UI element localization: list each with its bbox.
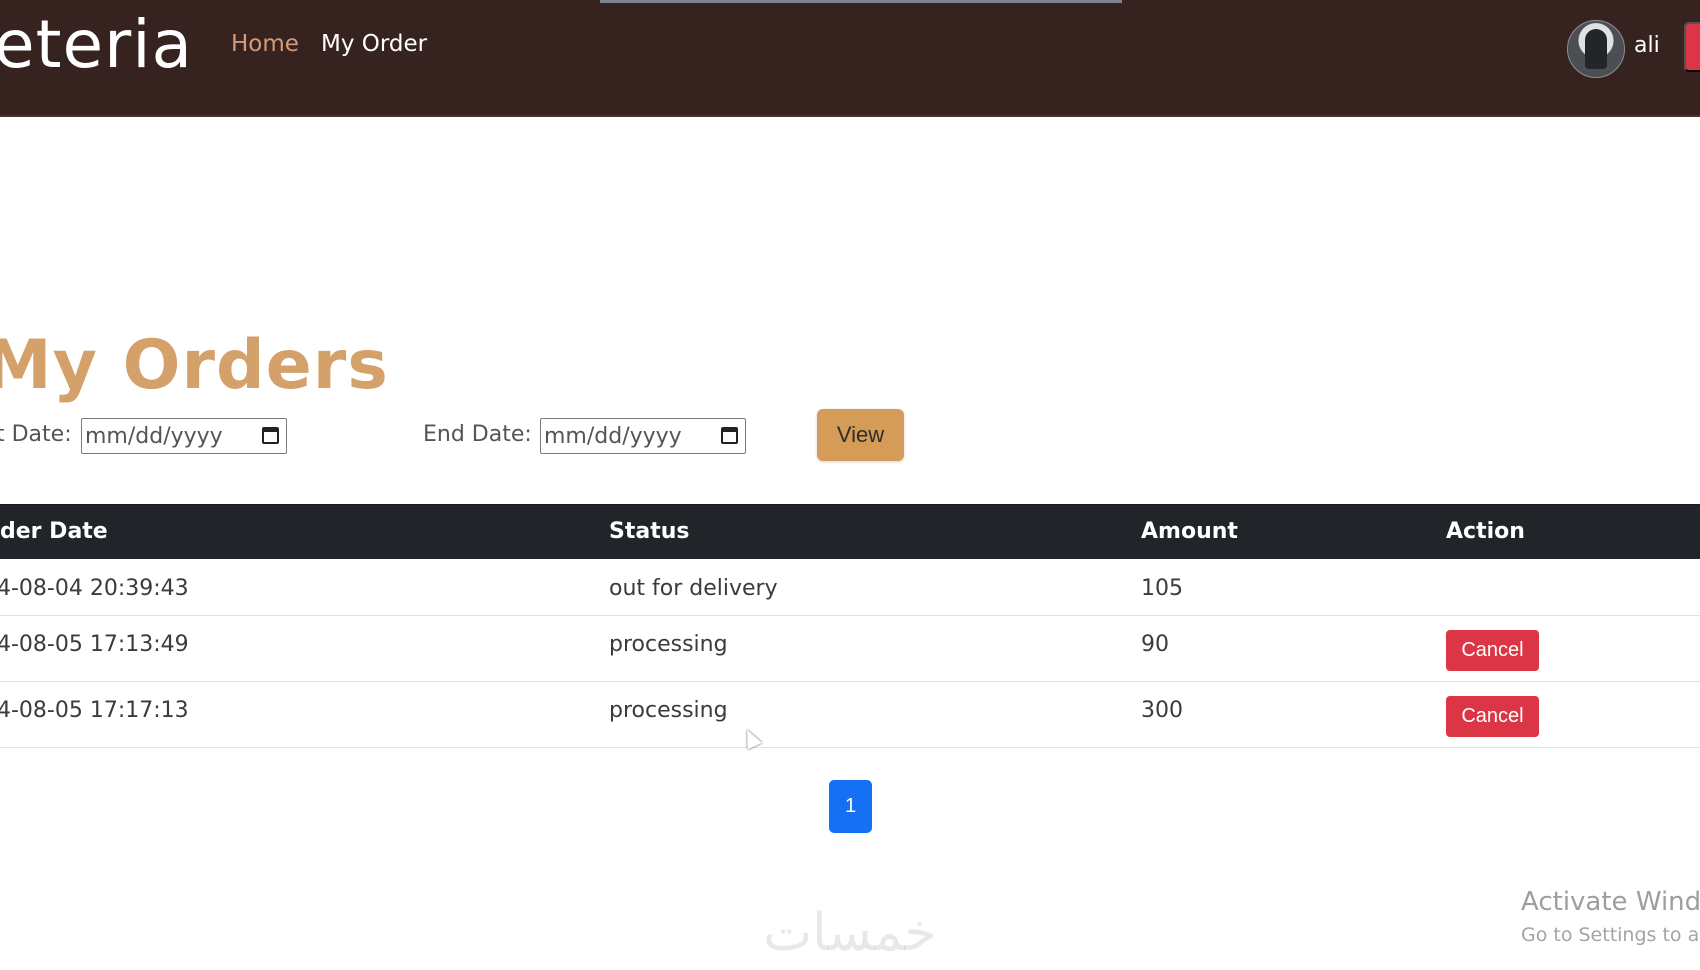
end-date-input[interactable]: mm/dd/yyyy (540, 418, 746, 454)
header-amount: Amount (1141, 519, 1238, 544)
logout-button[interactable] (1684, 22, 1700, 72)
calendar-icon[interactable] (721, 427, 738, 444)
nav-home-link[interactable]: Home (231, 31, 299, 57)
header-status: Status (609, 519, 690, 544)
order-amount-cell: 105 (1141, 576, 1183, 601)
watermark-logo: خمسات (763, 903, 937, 963)
brand-logo[interactable]: eteria (0, 6, 193, 83)
order-date-cell: 4-08-04 20:39:43 (0, 576, 189, 601)
order-amount-cell: 300 (1141, 698, 1183, 723)
table-row: 4-08-04 20:39:43 out for delivery 105 (0, 559, 1700, 616)
end-date-label: End Date: (423, 422, 532, 447)
person-icon (1585, 29, 1607, 69)
table-header: der Date Status Amount Action (0, 504, 1700, 559)
nav-my-order-link[interactable]: My Order (321, 31, 427, 57)
header-action: Action (1446, 519, 1525, 544)
order-date-cell: 4-08-05 17:13:49 (0, 632, 189, 657)
order-status-cell: out for delivery (609, 576, 778, 601)
end-date-value: mm/dd/yyyy (544, 424, 682, 449)
activate-windows-subtitle: Go to Settings to ac (1521, 924, 1700, 946)
username-label[interactable]: ali (1634, 33, 1660, 58)
start-date-label: t Date: (0, 422, 72, 447)
cancel-order-button[interactable]: Cancel (1446, 630, 1539, 671)
order-amount-cell: 90 (1141, 632, 1169, 657)
window-top-highlight (600, 0, 1122, 3)
page-title: My Orders (0, 325, 389, 405)
table-row: 4-08-05 17:17:13 processing 300 Cancel (0, 681, 1700, 748)
table-row: 4-08-05 17:13:49 processing 90 Cancel (0, 615, 1700, 682)
activate-windows-title: Activate Windo (1521, 887, 1700, 917)
pagination-page-button[interactable]: 1 (829, 780, 872, 833)
order-date-cell: 4-08-05 17:17:13 (0, 698, 189, 723)
start-date-input[interactable]: mm/dd/yyyy (81, 418, 287, 454)
calendar-icon[interactable] (262, 427, 279, 444)
user-avatar[interactable] (1567, 20, 1625, 78)
view-orders-button[interactable]: View (817, 409, 904, 461)
order-status-cell: processing (609, 698, 728, 723)
start-date-value: mm/dd/yyyy (85, 424, 223, 449)
order-status-cell: processing (609, 632, 728, 657)
cancel-order-button[interactable]: Cancel (1446, 696, 1539, 737)
top-navbar: eteria Home My Order ali (0, 0, 1700, 117)
header-order-date: der Date (0, 519, 108, 544)
